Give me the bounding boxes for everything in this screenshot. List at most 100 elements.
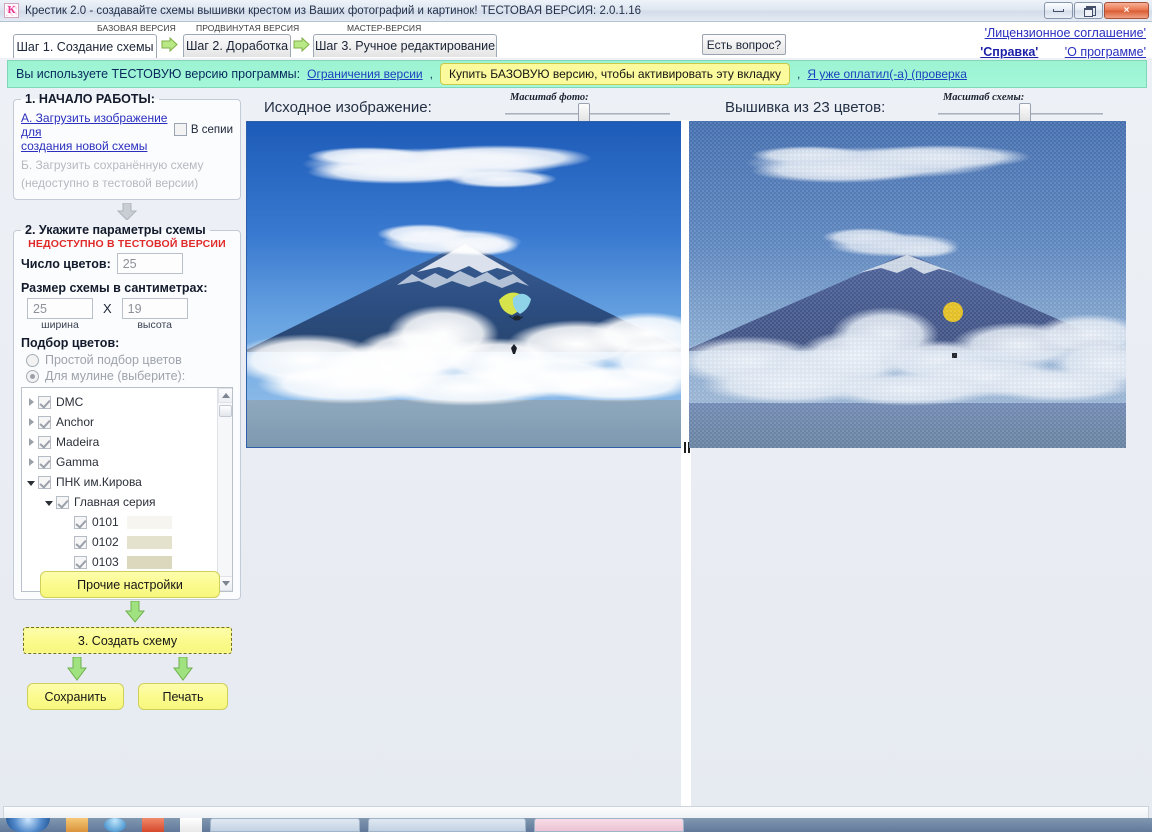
tree-row[interactable]: DMC [24,392,217,412]
scheme-height-input[interactable]: 19 [121,298,188,319]
create-scheme-button[interactable]: 3. Создать схему [23,627,232,654]
tree-item-label: ПНК им.Кирова [56,475,142,489]
tree-row[interactable]: 0101 [24,512,217,532]
tree-item-label: 0101 [92,515,119,529]
tree-scroll-up-button[interactable] [218,388,232,403]
print-label: Печать [162,689,204,704]
tree-scrollbar[interactable] [217,388,232,591]
taskbar-app-icon[interactable] [142,818,164,832]
taskbar-window-3[interactable] [534,818,684,832]
tree-row[interactable]: Gamma [24,452,217,472]
load-image-link-line1[interactable]: А. Загрузить изображение для [21,111,171,139]
sepia-checkbox-group[interactable]: В сепии [173,123,233,136]
tab-step3-label: Шаг 3. Ручное редактирование [314,39,496,53]
radio-simple-palette[interactable] [26,353,39,367]
sepia-label: В сепии [190,123,233,136]
radio-simple-row[interactable]: Простой подбор цветов [21,353,233,367]
tree-scroll-down-button[interactable] [218,576,232,591]
radio-floss-palette[interactable] [26,369,39,383]
colors-count-input[interactable]: 25 [116,253,183,274]
window-controls: × [1044,2,1149,19]
tree-checkbox[interactable] [74,555,87,569]
tree-checkbox[interactable] [38,475,51,489]
taskbar-browser-icon[interactable] [104,818,126,832]
tree-checkbox[interactable] [74,535,87,549]
tree-row[interactable]: Главная серия [24,492,217,512]
tree-expander-icon[interactable] [24,455,38,469]
buy-basic-version-button[interactable]: Купить БАЗОВУЮ версию, чтобы активироват… [439,63,790,85]
floss-color-swatch [126,555,172,569]
taskbar-window-1[interactable] [210,818,360,832]
trial-banner: Вы используете ТЕСТОВУЮ версию программы… [7,60,1147,88]
tree-checkbox[interactable] [38,415,51,429]
flow-arrow-down-icon-1 [116,203,138,220]
tree-expander-icon[interactable] [24,415,38,429]
tree-scroll-thumb[interactable] [219,405,232,417]
window-titlebar: К Крестик 2.0 - создавайте схемы вышивки… [0,0,1152,22]
radio-floss-row[interactable]: Для мулине (выберите): [21,369,233,383]
tree-expander-icon[interactable] [24,435,38,449]
tree-item-label: Главная серия [74,495,156,509]
maximize-button[interactable] [1074,2,1103,19]
load-image-link-line2[interactable]: создания новой схемы [21,139,171,153]
help-link[interactable]: 'Справка' [980,45,1038,59]
size-multiply-sign: X [103,301,112,316]
scheme-height-sublabel: высота [137,319,172,331]
colors-count-label: Число цветов: [21,256,111,271]
print-button[interactable]: Печать [138,683,228,710]
tree-item-label: Gamma [56,455,99,469]
other-settings-button[interactable]: Прочие настройки [40,571,220,598]
source-image-title: Исходное изображение: [264,99,432,116]
chevron-down-icon [221,581,230,586]
scheme-width-input[interactable]: 25 [27,298,93,319]
help-question-button[interactable]: Есть вопрос? [702,34,786,55]
start-button-icon[interactable] [6,818,50,832]
load-saved-scheme-line2: (недоступно в тестовой версии) [21,176,199,190]
minimize-button[interactable] [1044,2,1073,19]
tree-checkbox[interactable] [56,495,69,509]
tree-row[interactable]: Madeira [24,432,217,452]
save-button[interactable]: Сохранить [27,683,124,710]
version-limits-link[interactable]: Ограничения версии [307,67,422,81]
sepia-checkbox[interactable] [173,123,187,136]
help-question-label: Есть вопрос? [706,37,782,52]
taskbar-folder-icon[interactable] [66,818,88,832]
license-link[interactable]: 'Лицензионное соглашение' [985,26,1146,40]
tree-expander-icon[interactable] [24,475,38,489]
result-scheme-image[interactable] [689,121,1126,448]
already-paid-link[interactable]: Я уже оплатил(-а) (проверка [807,67,967,81]
radio-floss-label: Для мулине (выберите): [45,369,186,383]
tree-checkbox[interactable] [38,395,51,409]
tree-row[interactable]: 0103 [24,552,217,572]
tree-expander-icon[interactable] [24,395,38,409]
start-work-legend: 1. НАЧАЛО РАБОТЫ: [25,92,155,106]
tab-step2[interactable]: Шаг 2. Доработка [183,34,291,57]
tree-checkbox[interactable] [74,515,87,529]
result-title: Вышивка из 23 цветов: [725,99,886,116]
scheme-params-group: 2. Укажите параметры схемы НЕДОСТУПНО В … [13,223,241,600]
source-image[interactable] [246,121,684,448]
restore-icon [1083,6,1096,17]
tree-checkbox[interactable] [38,435,51,449]
tab-step3[interactable]: Шаг 3. Ручное редактирование [313,34,497,57]
os-taskbar[interactable] [0,818,1152,832]
taskbar-window-2[interactable] [368,818,526,832]
close-button[interactable]: × [1104,2,1149,19]
save-label: Сохранить [44,689,107,704]
floss-brand-tree[interactable]: DMC Anchor Madeira Gamma ПНК им.Кирова Главна… [21,387,233,592]
tree-row[interactable]: Anchor [24,412,217,432]
other-settings-label: Прочие настройки [77,577,183,592]
tree-item-label: 0102 [92,535,119,549]
scheme-size-label: Размер схемы в сантиметрах: [21,281,208,295]
tree-item-label: Anchor [56,415,95,429]
not-available-warning: НЕДОСТУПНО В ТЕСТОВОЙ ВЕРСИИ [28,238,226,250]
triangle-right-icon [28,458,34,466]
tree-checkbox[interactable] [38,455,51,469]
taskbar-media-icon[interactable] [180,818,202,832]
tree-row[interactable]: 0102 [24,532,217,552]
trial-banner-text: Вы используете ТЕСТОВУЮ версию программы… [16,67,301,81]
tree-expander-icon[interactable] [42,495,56,509]
tree-row[interactable]: ПНК им.Кирова [24,472,217,492]
about-link[interactable]: 'О программе' [1065,45,1146,59]
tab-step1[interactable]: Шаг 1. Создание схемы [13,34,157,58]
